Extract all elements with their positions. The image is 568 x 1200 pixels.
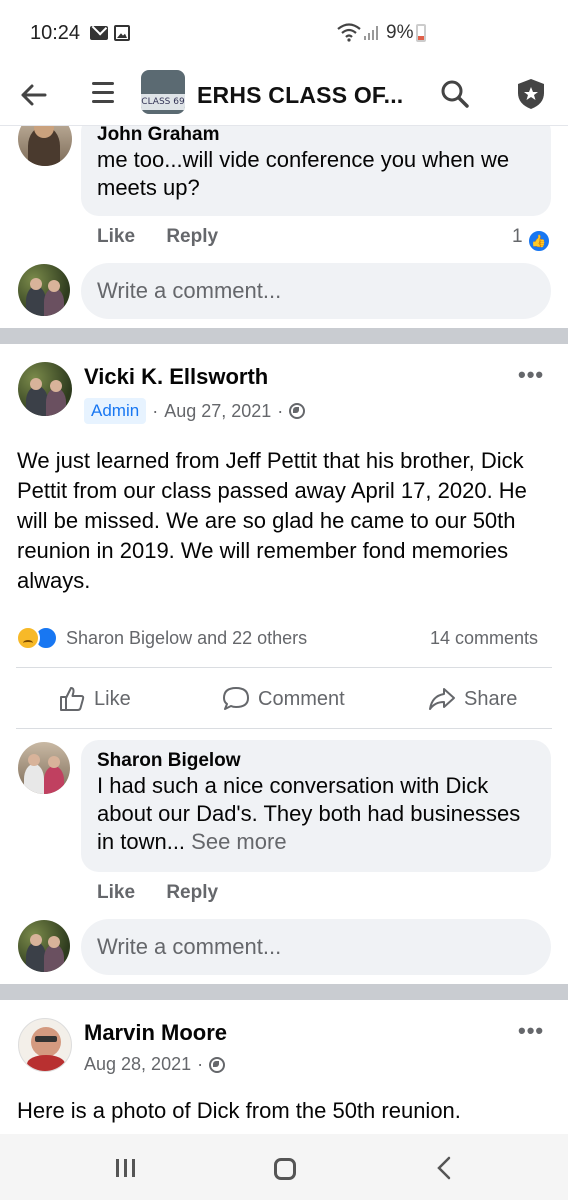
like-button-label: Like — [94, 687, 131, 710]
meta-separator: · — [277, 400, 284, 421]
reactions-summary: Sharon Bigelow and 22 others — [66, 627, 308, 648]
comment-bubble[interactable]: Sharon Bigelow I had such a nice convers… — [81, 740, 551, 872]
share-button[interactable]: Share — [428, 668, 517, 730]
comment-reply-button[interactable]: Reply — [166, 226, 218, 247]
app-bar: CLASS 69 ERHS CLASS OF... — [0, 64, 568, 126]
comment-bubble-icon — [223, 687, 249, 710]
share-button-label: Share — [464, 687, 518, 710]
comment-actions: Like Reply — [97, 882, 244, 904]
meta-separator: · — [152, 400, 159, 421]
comment-button-label: Comment — [258, 687, 345, 710]
group-title[interactable]: ERHS CLASS OF... — [197, 82, 403, 109]
comment-reply-button[interactable]: Reply — [166, 882, 218, 903]
image-notification-icon — [114, 25, 130, 41]
comment-author[interactable]: John Graham — [97, 126, 535, 146]
post-reactions[interactable]: Sharon Bigelow and 22 others — [16, 626, 307, 650]
group-thumbnail[interactable]: CLASS 69 — [141, 70, 185, 114]
comment-author[interactable]: Sharon Bigelow — [97, 750, 535, 772]
sad-reaction-icon — [16, 626, 40, 650]
post-body: We just learned from Jeff Pettit that hi… — [17, 448, 527, 593]
feed[interactable]: John Graham me too...will vide conferenc… — [0, 126, 568, 1134]
admin-shield-icon[interactable] — [516, 78, 546, 110]
post-date[interactable]: Aug 28, 2021 — [84, 1054, 191, 1075]
comment-bubble[interactable]: John Graham me too...will vide conferenc… — [81, 126, 551, 216]
more-options-icon[interactable]: ••• — [518, 1018, 544, 1044]
battery-icon — [416, 24, 426, 42]
meta-separator: · — [197, 1054, 204, 1074]
system-nav-bar — [0, 1134, 568, 1200]
post-author-avatar[interactable] — [18, 1018, 72, 1072]
thumbs-up-icon — [60, 687, 85, 711]
comment-actions: Like Reply — [97, 226, 244, 248]
post-body: Here is a photo of Dick from the 50th re… — [17, 1098, 461, 1123]
commenter-avatar[interactable] — [18, 126, 72, 166]
post-action-bar: Like Comment Share — [16, 667, 552, 729]
commenter-avatar[interactable] — [18, 742, 70, 794]
post-divider — [0, 328, 568, 344]
comment-like-count[interactable]: 1 👍 — [512, 226, 551, 253]
status-bar: 10:24 9% — [0, 0, 568, 64]
post-author-name[interactable]: Vicki K. Ellsworth — [84, 364, 268, 390]
comment-text: me too...will vide conference you when w… — [97, 147, 510, 200]
share-arrow-icon — [429, 688, 455, 710]
write-comment-input[interactable]: Write a comment... — [81, 263, 551, 319]
battery-level: 9% — [386, 22, 414, 43]
status-time: 10:24 — [30, 22, 81, 44]
signal-icon — [364, 26, 378, 40]
mail-notification-icon — [90, 26, 108, 40]
like-button[interactable]: Like — [58, 668, 131, 730]
comment-count[interactable]: 14 comments — [430, 628, 538, 649]
globe-icon — [209, 1056, 226, 1073]
post-divider — [0, 984, 568, 1000]
more-options-icon[interactable]: ••• — [518, 362, 544, 388]
admin-badge: Admin — [84, 398, 147, 424]
back-chevron-icon[interactable] — [436, 1156, 452, 1180]
comment-like-button[interactable]: Like — [97, 226, 135, 247]
see-more-link[interactable]: See more — [191, 829, 286, 854]
post-meta: Admin · Aug 27, 2021 · — [84, 398, 306, 424]
post-author-avatar[interactable] — [18, 362, 72, 416]
comment-text-body: I had such a nice conversation with Dick… — [97, 773, 521, 854]
current-user-avatar — [18, 264, 70, 316]
comment-text: I had such a nice conversation with Dick… — [97, 772, 535, 856]
comment-like-button[interactable]: Like — [97, 882, 135, 903]
back-arrow-icon[interactable] — [18, 80, 48, 110]
globe-icon — [289, 403, 306, 419]
post-author-name[interactable]: Marvin Moore — [84, 1020, 227, 1046]
home-icon[interactable] — [274, 1158, 296, 1180]
post-date[interactable]: Aug 27, 2021 — [164, 401, 271, 422]
group-thumbnail-plate: CLASS 69 — [141, 94, 185, 110]
post-meta: Aug 28, 2021 · — [84, 1054, 226, 1075]
comment-like-count-value: 1 — [512, 226, 523, 247]
current-user-avatar — [18, 920, 70, 972]
write-comment-input[interactable]: Write a comment... — [81, 919, 551, 975]
recent-apps-icon[interactable] — [116, 1159, 135, 1177]
hamburger-menu-icon[interactable] — [92, 82, 114, 104]
comment-button[interactable]: Comment — [222, 668, 345, 730]
wifi-icon — [337, 23, 361, 42]
like-reaction-icon: 👍 — [526, 229, 551, 253]
search-icon[interactable] — [440, 79, 470, 109]
